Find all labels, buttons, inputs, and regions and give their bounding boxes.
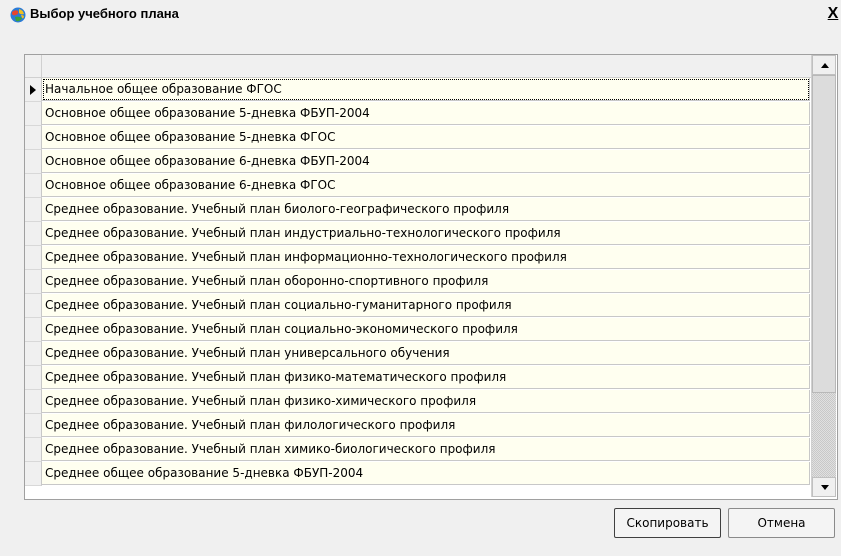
table-row[interactable]: Среднее образование. Учебный план социал… [25, 294, 811, 318]
table-row[interactable]: Среднее образование. Учебный план оборон… [25, 270, 811, 294]
table-row[interactable]: Среднее образование. Учебный план физико… [25, 390, 811, 414]
cancel-button[interactable]: Отмена [728, 508, 835, 538]
row-indicator[interactable] [25, 246, 42, 270]
grid-body: Начальное общее образование ФГОС Основное… [25, 78, 811, 498]
copy-button[interactable]: Скопировать [614, 508, 721, 538]
scroll-down-button[interactable] [812, 477, 836, 497]
table-row[interactable]: Среднее образование. Учебный план филоло… [25, 414, 811, 438]
table-cell[interactable]: Среднее образование. Учебный план социал… [42, 318, 810, 341]
plans-grid[interactable]: Начальное общее образование ФГОС Основное… [24, 54, 838, 500]
table-cell[interactable]: Среднее образование. Учебный план физико… [42, 390, 810, 413]
current-row-arrow-icon [30, 85, 36, 95]
table-row[interactable]: Начальное общее образование ФГОС [25, 78, 811, 102]
table-cell[interactable]: Среднее образование. Учебный план индуст… [42, 222, 810, 245]
table-row[interactable]: Среднее образование. Учебный план информ… [25, 246, 811, 270]
table-cell[interactable]: Основное общее образование 5-дневка ФГОС [42, 126, 810, 149]
table-row[interactable]: Среднее образование. Учебный план универ… [25, 342, 811, 366]
close-button[interactable]: X [825, 4, 841, 24]
row-indicator[interactable] [25, 102, 42, 126]
row-indicator[interactable] [25, 342, 42, 366]
table-cell[interactable]: Среднее образование. Учебный план биолог… [42, 198, 810, 221]
scroll-up-button[interactable] [812, 55, 836, 75]
vertical-scrollbar[interactable] [811, 55, 836, 497]
table-row[interactable]: Среднее образование. Учебный план биолог… [25, 198, 811, 222]
table-row[interactable]: Основное общее образование 5-дневка ФГОС [25, 126, 811, 150]
table-cell[interactable]: Среднее образование. Учебный план филоло… [42, 414, 810, 437]
table-cell[interactable]: Начальное общее образование ФГОС [42, 78, 810, 101]
table-row[interactable]: Основное общее образование 6-дневка ФГОС [25, 174, 811, 198]
table-cell[interactable]: Среднее образование. Учебный план химико… [42, 438, 810, 461]
table-row[interactable]: Основное общее образование 6-дневка ФБУП… [25, 150, 811, 174]
row-indicator[interactable] [25, 126, 42, 150]
row-indicator[interactable] [25, 390, 42, 414]
grid-header [25, 55, 811, 78]
table-cell[interactable]: Среднее образование. Учебный план социал… [42, 294, 810, 317]
scroll-up-arrow-icon [821, 63, 829, 68]
table-cell[interactable]: Среднее образование. Учебный план оборон… [42, 270, 810, 293]
row-indicator[interactable] [25, 318, 42, 342]
scroll-thumb[interactable] [812, 75, 836, 393]
title-bar: Выбор учебного плана X [0, 0, 841, 30]
row-indicator[interactable] [25, 462, 42, 486]
scroll-down-arrow-icon [821, 485, 829, 490]
table-cell[interactable]: Среднее образование. Учебный план информ… [42, 246, 810, 269]
row-indicator[interactable] [25, 366, 42, 390]
table-row[interactable]: Среднее образование. Учебный план химико… [25, 438, 811, 462]
row-indicator[interactable] [25, 150, 42, 174]
row-indicator[interactable] [25, 198, 42, 222]
table-cell[interactable]: Среднее образование. Учебный план универ… [42, 342, 810, 365]
table-row[interactable]: Среднее образование. Учебный план физико… [25, 366, 811, 390]
row-indicator[interactable] [25, 270, 42, 294]
table-cell[interactable]: Среднее образование. Учебный план физико… [42, 366, 810, 389]
row-indicator[interactable] [25, 174, 42, 198]
table-cell[interactable]: Основное общее образование 6-дневка ФГОС [42, 174, 810, 197]
table-row[interactable]: Среднее образование. Учебный план социал… [25, 318, 811, 342]
row-indicator[interactable] [25, 414, 42, 438]
row-indicator[interactable] [25, 294, 42, 318]
grid-header-cell[interactable] [42, 55, 811, 77]
table-cell[interactable]: Основное общее образование 6-дневка ФБУП… [42, 150, 810, 173]
grid-header-corner [25, 55, 42, 77]
window-title: Выбор учебного плана [30, 6, 179, 21]
row-indicator[interactable] [25, 222, 42, 246]
table-row[interactable]: Основное общее образование 5-дневка ФБУП… [25, 102, 811, 126]
table-cell[interactable]: Среднее общее образование 5-дневка ФБУП-… [42, 462, 810, 485]
table-row[interactable]: Среднее общее образование 5-дневка ФБУП-… [25, 462, 811, 486]
row-indicator[interactable] [25, 438, 42, 462]
row-indicator[interactable] [25, 78, 42, 102]
table-row[interactable]: Среднее образование. Учебный план индуст… [25, 222, 811, 246]
scroll-track[interactable] [812, 393, 836, 477]
app-globe-icon [10, 7, 26, 23]
table-cell[interactable]: Основное общее образование 5-дневка ФБУП… [42, 102, 810, 125]
